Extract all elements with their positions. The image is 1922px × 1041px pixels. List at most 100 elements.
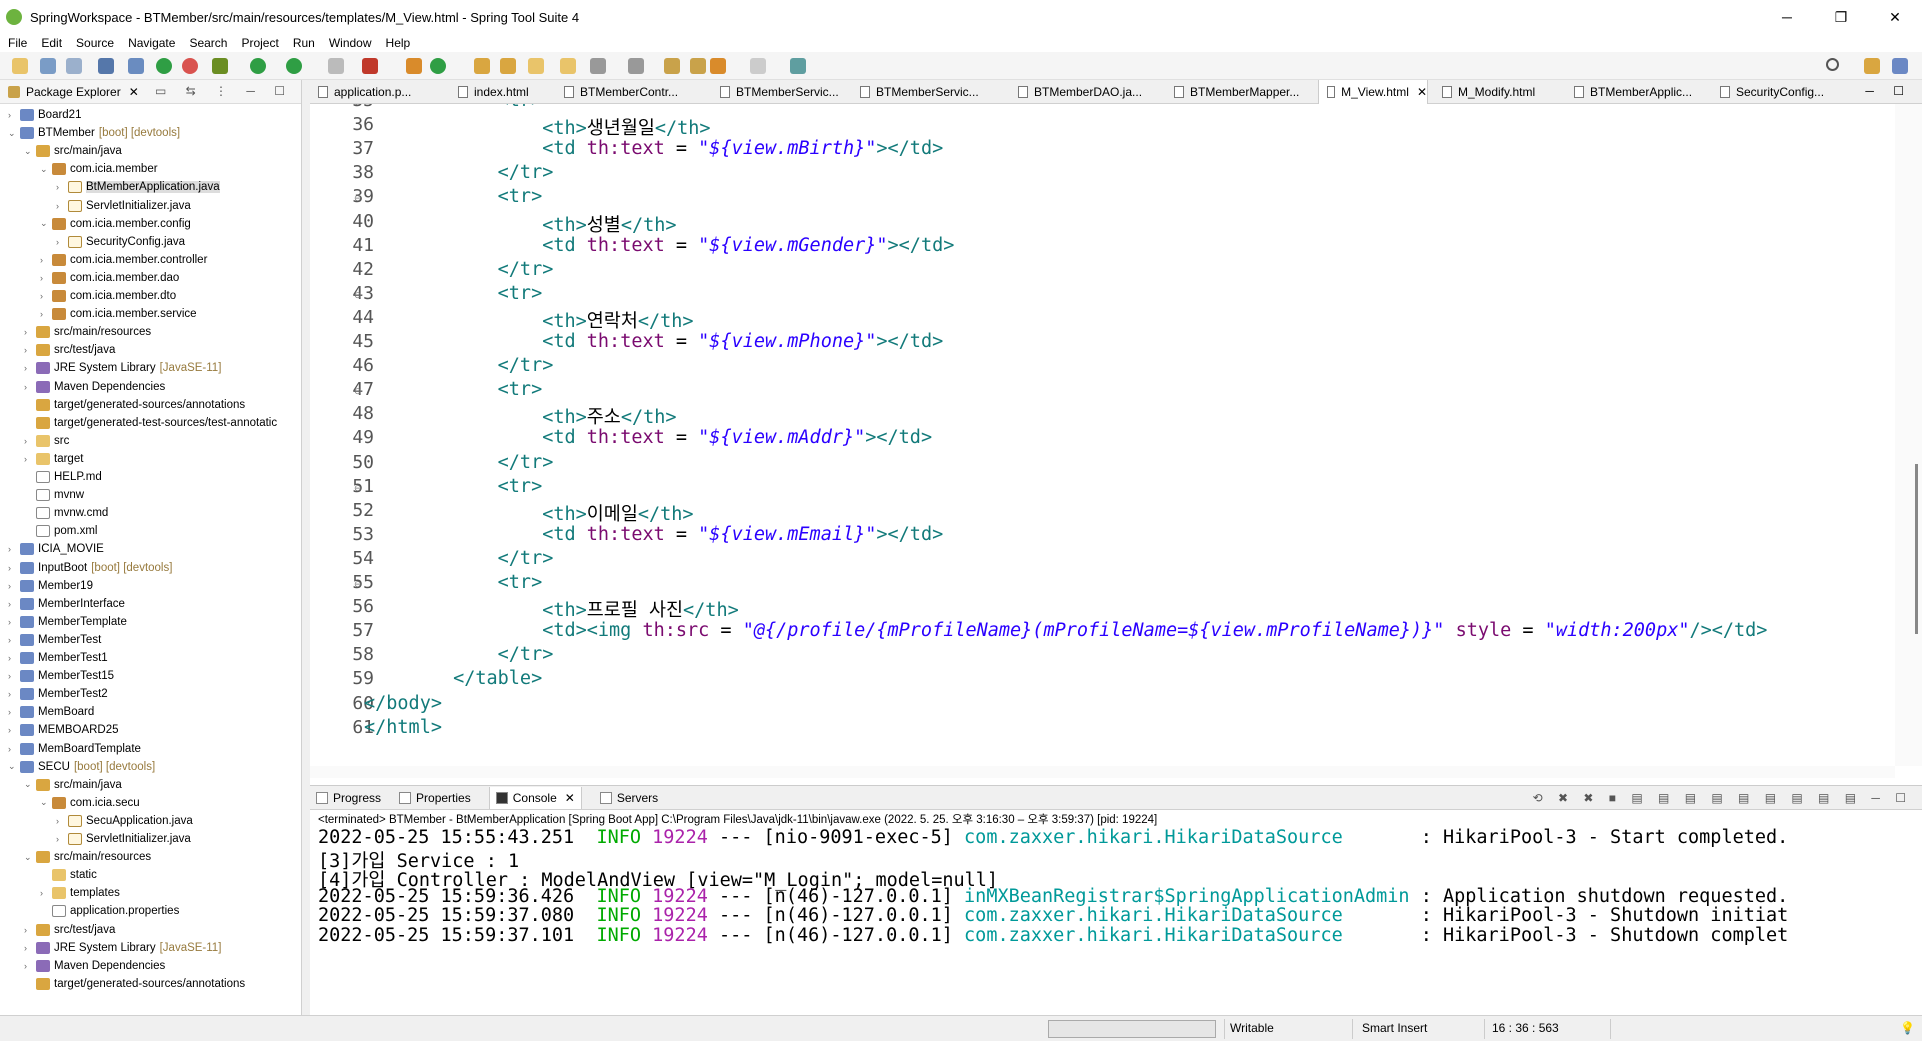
editor-tab[interactable]: BTMemberApplic...: [1566, 80, 1706, 104]
code-line[interactable]: <tr>: [364, 186, 543, 207]
code-line[interactable]: <tr>: [364, 572, 543, 593]
tree-toggle-icon[interactable]: ›: [24, 925, 36, 935]
tree-item[interactable]: target/generated-test-sources/test-annot…: [24, 414, 281, 432]
tree-item[interactable]: ⌄ com.icia.member.config: [40, 215, 195, 233]
tree-item[interactable]: ⌄ com.icia.secu: [40, 794, 144, 812]
tree-item[interactable]: mvnw: [24, 486, 88, 504]
tree-item[interactable]: ⌄ SECU [boot] [devtools]: [8, 758, 155, 776]
tree-toggle-icon[interactable]: ›: [8, 707, 20, 717]
tree-item[interactable]: › MemberTest15: [8, 667, 118, 685]
tab-properties[interactable]: Properties: [399, 791, 471, 805]
menu-project[interactable]: Project: [241, 36, 278, 50]
tree-toggle-icon[interactable]: ›: [24, 327, 36, 337]
tree-toggle-icon[interactable]: ⌄: [24, 146, 36, 157]
tree-item[interactable]: › com.icia.member.controller: [40, 251, 211, 269]
tree-item[interactable]: › ServletInitializer.java: [56, 830, 195, 848]
tree-item[interactable]: › com.icia.member.dao: [40, 269, 183, 287]
tree-item[interactable]: › Maven Dependencies: [24, 957, 169, 975]
code-line[interactable]: </tr>: [364, 548, 554, 569]
tree-item[interactable]: › SecuApplication.java: [56, 812, 197, 830]
menu-search[interactable]: Search: [189, 36, 227, 50]
back-icon[interactable]: [710, 58, 726, 74]
tree-toggle-icon[interactable]: ›: [24, 382, 36, 392]
tree-toggle-icon[interactable]: ›: [8, 599, 20, 609]
editor-tab[interactable]: BTMemberServic...: [852, 80, 1002, 104]
tree-toggle-icon[interactable]: ›: [8, 635, 20, 645]
menu-edit[interactable]: Edit: [41, 36, 62, 50]
tree-item[interactable]: › MemberTest: [8, 631, 105, 649]
code-line[interactable]: <tr>: [364, 104, 543, 111]
code-line[interactable]: <td th:text = "${view.mBirth}"></td>: [364, 138, 943, 159]
tree-toggle-icon[interactable]: ⌄: [8, 128, 20, 139]
new-icon[interactable]: [12, 58, 28, 74]
fold-toggle-icon[interactable]: ⊖: [354, 483, 362, 494]
editor-tab[interactable]: SecurityConfig...: [1712, 80, 1862, 104]
open-type-icon[interactable]: [474, 58, 490, 74]
tree-item[interactable]: › Board21: [8, 106, 85, 124]
code-line[interactable]: <th>생년월일</th>: [364, 114, 710, 140]
tree-item[interactable]: › src: [24, 432, 73, 450]
code-line[interactable]: <tr>: [364, 476, 543, 497]
open-perspective-icon[interactable]: [1864, 58, 1880, 74]
tree-toggle-icon[interactable]: ›: [24, 961, 36, 971]
fold-toggle-icon[interactable]: ⊖: [354, 193, 362, 204]
tree-toggle-icon[interactable]: ›: [40, 888, 52, 898]
tree-item[interactable]: › src/test/java: [24, 341, 119, 359]
editor-vertical-scrollbar[interactable]: [1895, 104, 1922, 766]
search-tool-icon[interactable]: [528, 58, 544, 74]
terminal-icon[interactable]: [98, 58, 114, 74]
code-line[interactable]: </tr>: [364, 259, 554, 280]
tree-toggle-icon[interactable]: ›: [8, 563, 20, 573]
editor-tab[interactable]: BTMemberServic...: [712, 80, 847, 104]
tree-toggle-icon[interactable]: ⌄: [8, 761, 20, 772]
scroll-thumb[interactable]: [1915, 464, 1918, 634]
tree-item[interactable]: ⌄ src/main/resources: [24, 848, 155, 866]
tree-item[interactable]: › ServletInitializer.java: [56, 197, 195, 215]
new-package-icon[interactable]: [406, 58, 422, 74]
tree-toggle-icon[interactable]: ›: [24, 363, 36, 373]
tip-bulb-icon[interactable]: 💡: [1900, 1021, 1915, 1035]
tab-console[interactable]: Console ✕: [488, 786, 582, 809]
code-line[interactable]: </html>: [364, 717, 442, 738]
tree-item[interactable]: ⌄ src/main/java: [24, 142, 126, 160]
code-line[interactable]: <th>프로필 사진</th>: [364, 596, 739, 622]
code-line[interactable]: </tr>: [364, 162, 554, 183]
editor-minmax-icons[interactable]: ─ ☐: [1865, 84, 1912, 98]
debug-icon[interactable]: [212, 58, 228, 74]
editor-horizontal-scrollbar[interactable]: [310, 766, 1895, 778]
tree-item[interactable]: › Member19: [8, 577, 97, 595]
tree-toggle-icon[interactable]: ⌄: [40, 797, 52, 808]
forward-icon[interactable]: [750, 58, 766, 74]
tree-item[interactable]: static: [40, 866, 101, 884]
tree-toggle-icon[interactable]: ›: [8, 725, 20, 735]
tree-item[interactable]: › templates: [40, 884, 124, 902]
console-output[interactable]: 2022-05-25 15:55:43.251 INFO 19224 --- […: [310, 828, 1922, 1008]
tree-item[interactable]: ⌄ com.icia.member: [40, 160, 162, 178]
next-annotation-icon[interactable]: [590, 58, 606, 74]
tree-item[interactable]: › ICIA_MOVIE: [8, 540, 108, 558]
tree-toggle-icon[interactable]: ›: [56, 201, 68, 211]
fold-toggle-icon[interactable]: ⊖: [354, 290, 362, 301]
tree-toggle-icon[interactable]: ›: [56, 182, 68, 192]
search-icon[interactable]: [1826, 58, 1839, 71]
close-icon[interactable]: ✕: [129, 85, 139, 99]
code-line[interactable]: <tr>: [364, 379, 543, 400]
tree-item[interactable]: › MemberTemplate: [8, 613, 131, 631]
menu-help[interactable]: Help: [386, 36, 411, 50]
editor-tab[interactable]: index.html: [450, 80, 550, 104]
minimize-button[interactable]: ─: [1760, 0, 1814, 34]
menu-file[interactable]: File: [8, 36, 27, 50]
save-all-icon[interactable]: [66, 58, 82, 74]
tree-item[interactable]: › InputBoot [boot] [devtools]: [8, 559, 172, 577]
tree-toggle-icon[interactable]: ›: [8, 744, 20, 754]
code-area[interactable]: 35⊖ <tr>36 <th>생년월일</th>37 <td th:text =…: [310, 104, 1895, 766]
code-line[interactable]: <tr>: [364, 283, 543, 304]
editor-tab[interactable]: BTMemberDAO.ja...: [1010, 80, 1160, 104]
fold-toggle-icon[interactable]: ⊖: [354, 579, 362, 590]
tree-item[interactable]: › JRE System Library [JavaSE-11]: [24, 939, 221, 957]
close-window-button[interactable]: ✕: [1868, 0, 1922, 34]
tab-servers[interactable]: Servers: [599, 791, 658, 805]
tree-toggle-icon[interactable]: ›: [8, 544, 20, 554]
pin-editor-icon[interactable]: [790, 58, 806, 74]
close-icon[interactable]: ✕: [1417, 85, 1427, 99]
